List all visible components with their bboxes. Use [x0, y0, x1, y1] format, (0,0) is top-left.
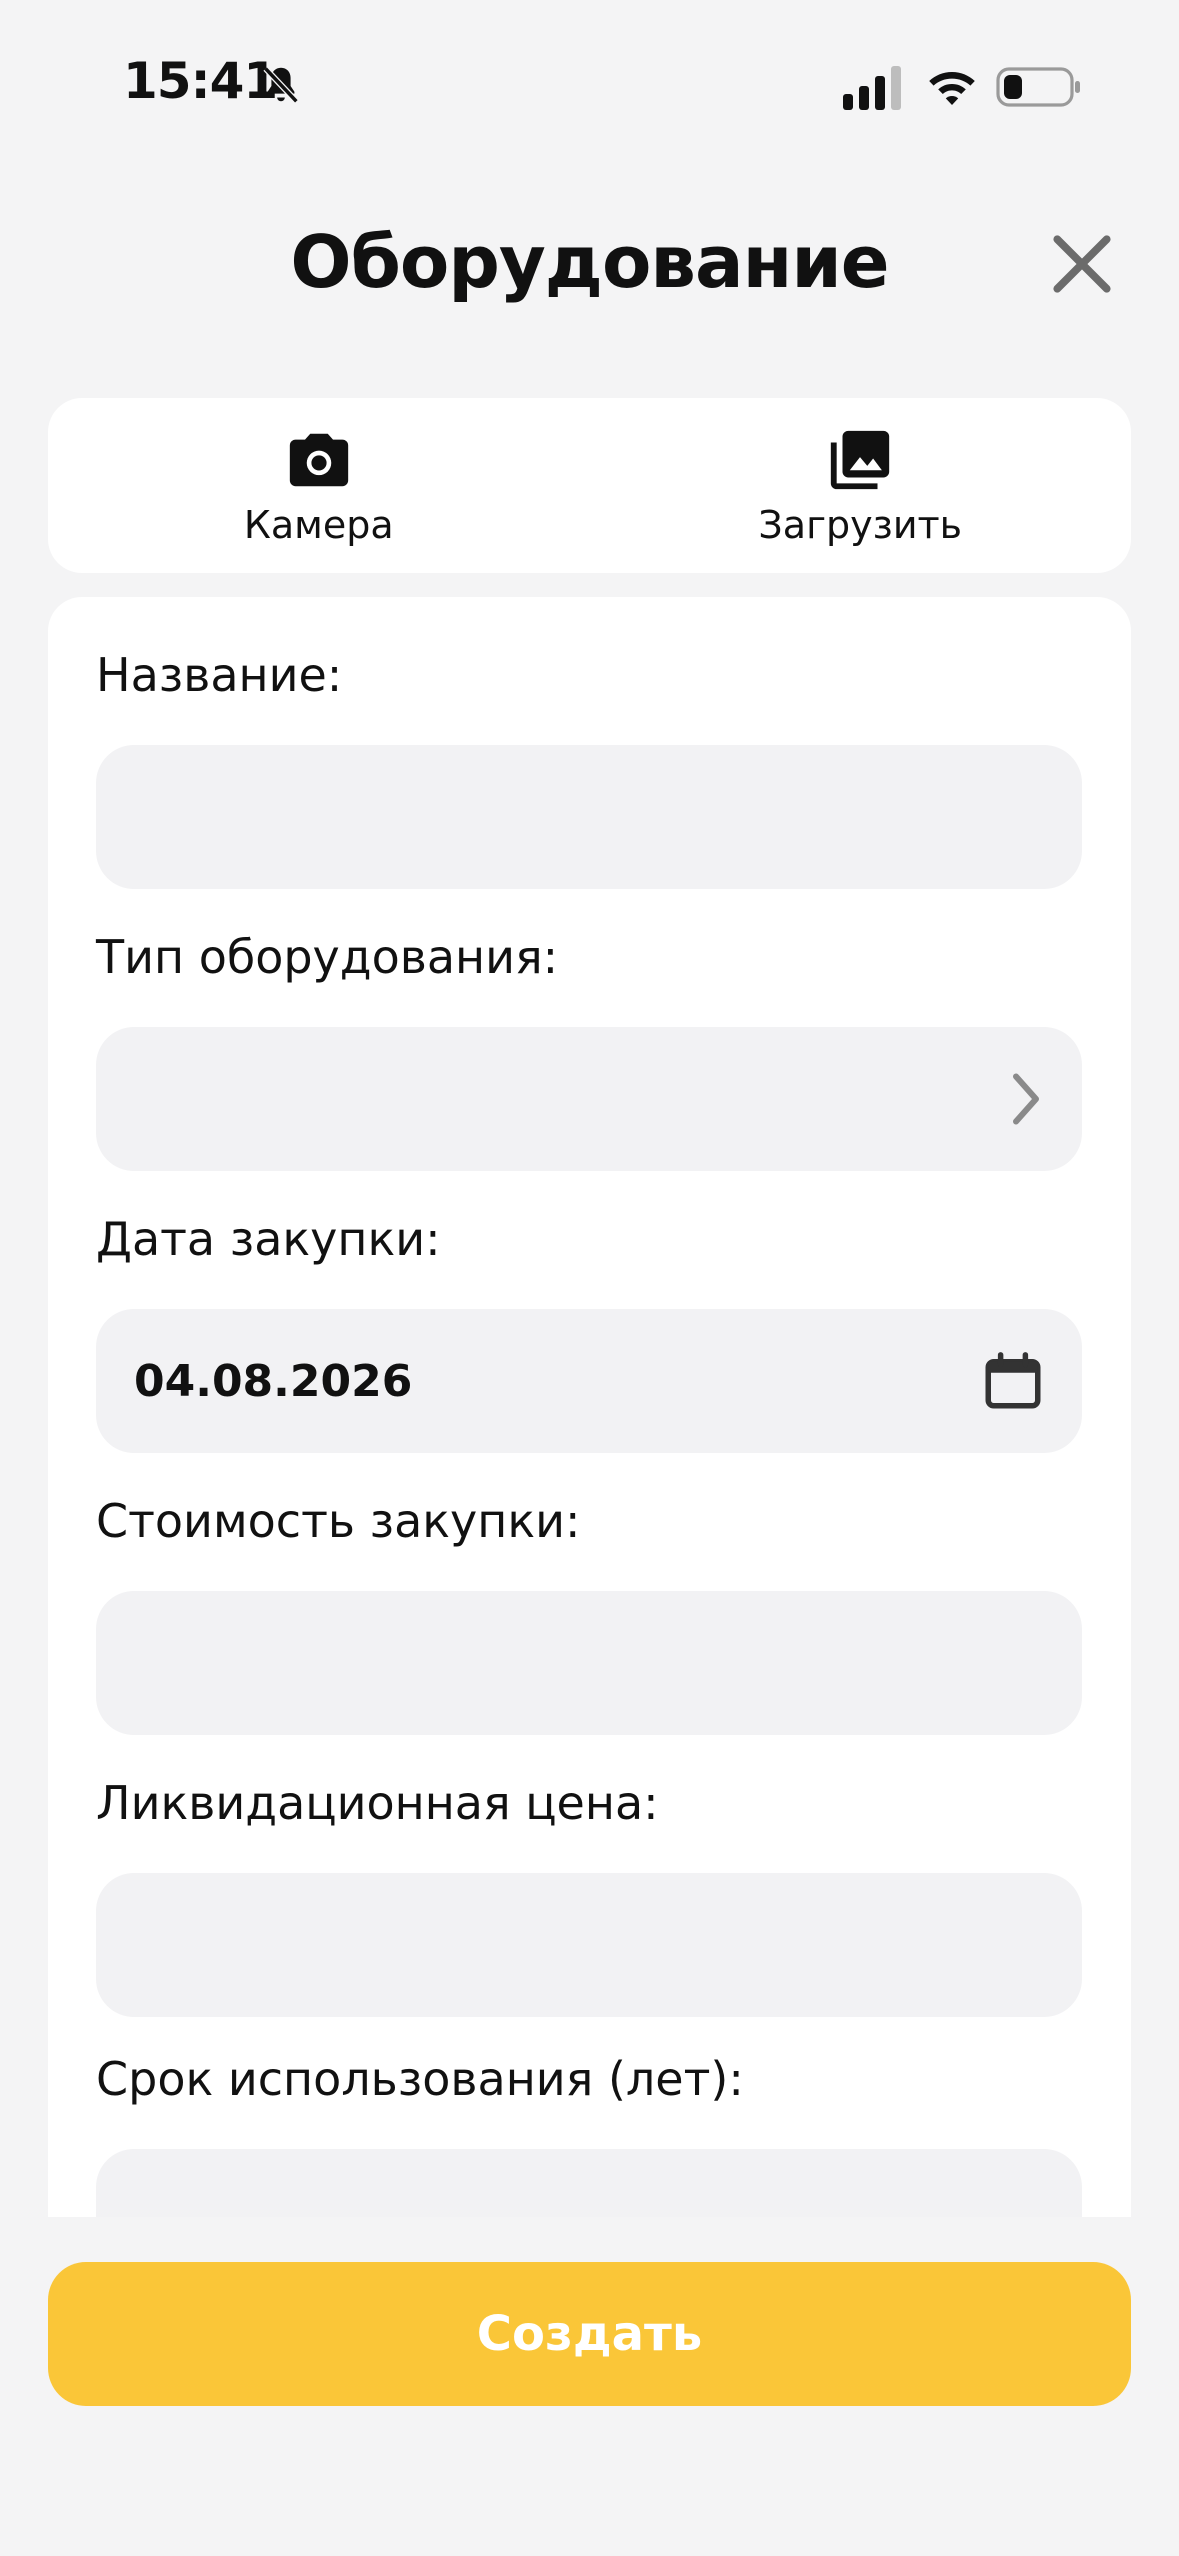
status-bar: 15:41: [0, 0, 1179, 175]
name-input[interactable]: [96, 745, 1082, 889]
cellular-signal-icon: [843, 66, 901, 110]
status-time: 15:41: [123, 52, 278, 110]
upload-label: Загрузить: [758, 502, 963, 547]
usage-term-field: Срок использования (лет):: [96, 2049, 1082, 2217]
purchase-cost-label: Стоимость закупки:: [96, 1494, 581, 1548]
purchase-cost-field: Стоимость закупки:: [96, 1491, 1082, 1735]
usage-term-label: Срок использования (лет):: [96, 2052, 744, 2106]
name-field: Название:: [96, 645, 1082, 889]
liquidation-price-field: Ликвидационная цена:: [96, 1773, 1082, 2017]
equipment-form: Название: Тип оборудования: Дата закупки…: [48, 597, 1131, 2217]
chevron-right-icon: [1013, 1073, 1039, 1125]
media-picker: Камера Загрузить: [48, 398, 1131, 573]
usage-term-input[interactable]: [96, 2149, 1082, 2217]
upload-button[interactable]: Загрузить: [590, 398, 1132, 573]
purchase-cost-input[interactable]: [96, 1591, 1082, 1735]
liquidation-price-input[interactable]: [96, 1873, 1082, 2017]
equipment-type-label: Тип оборудования:: [96, 930, 559, 984]
close-button[interactable]: [1046, 228, 1118, 300]
purchase-date-input[interactable]: 04.08.2026: [96, 1309, 1082, 1453]
close-icon: [1053, 235, 1111, 293]
purchase-date-value: 04.08.2026: [134, 1355, 413, 1407]
purchase-date-label: Дата закупки:: [96, 1212, 441, 1266]
camera-button[interactable]: Камера: [48, 398, 590, 573]
bell-slash-icon: [263, 66, 299, 104]
equipment-type-select[interactable]: [96, 1027, 1082, 1171]
purchase-date-field: Дата закупки: 04.08.2026: [96, 1209, 1082, 1453]
battery-icon: [996, 67, 1080, 107]
camera-label: Камера: [243, 502, 394, 547]
create-button[interactable]: Создать: [48, 2262, 1131, 2406]
calendar-icon[interactable]: [980, 1348, 1046, 1414]
gallery-icon: [831, 430, 890, 489]
wifi-icon: [929, 72, 975, 105]
page-title: Оборудование: [290, 220, 889, 304]
name-label: Название:: [96, 648, 343, 702]
liquidation-price-label: Ликвидационная цена:: [96, 1776, 659, 1830]
equipment-type-field: Тип оборудования:: [96, 927, 1082, 1171]
camera-icon: [289, 433, 348, 486]
